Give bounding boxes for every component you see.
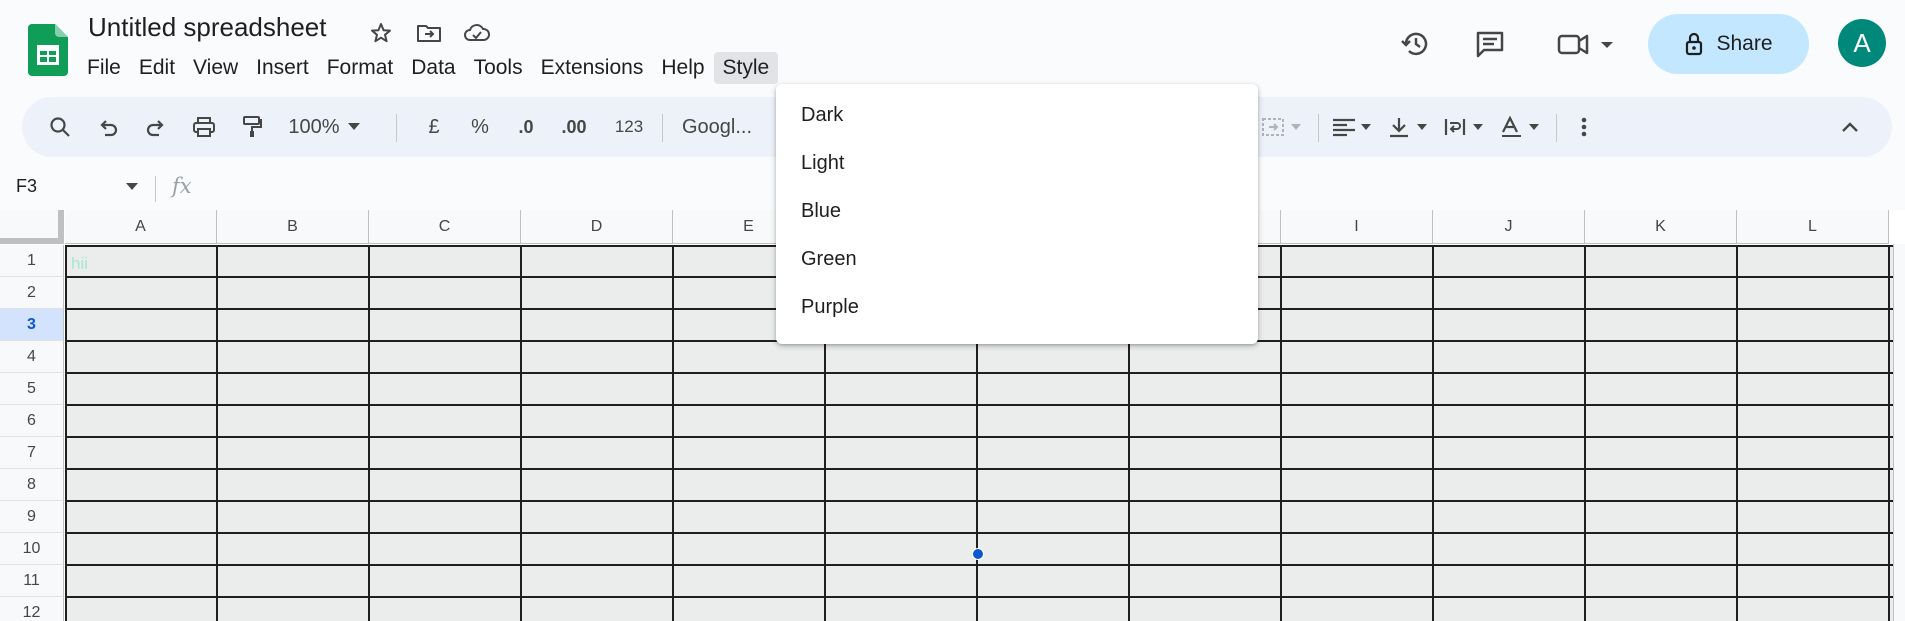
column-header-j[interactable]: J	[1433, 210, 1585, 244]
grid-row-border	[65, 532, 1898, 534]
avatar[interactable]: A	[1838, 19, 1886, 67]
column-header-b[interactable]: B	[217, 210, 369, 244]
meet-icon[interactable]	[1552, 22, 1622, 66]
row-header-2[interactable]: 2	[0, 277, 64, 309]
fx-icon: fx	[172, 174, 192, 198]
lock-icon	[1686, 32, 1703, 56]
text-wrapping-icon[interactable]	[1440, 97, 1490, 157]
merge-cells-icon[interactable]	[1258, 97, 1308, 157]
search-menus-icon[interactable]	[42, 97, 78, 157]
column-header-a[interactable]: A	[65, 210, 217, 244]
grid-row-border	[65, 500, 1898, 502]
increase-decimal-button[interactable]: .00	[552, 97, 596, 157]
selection-fill-handle[interactable]	[972, 548, 984, 560]
style-option-dark[interactable]: Dark	[801, 104, 843, 127]
name-box[interactable]: F3	[16, 176, 37, 197]
corner-freeze-bar[interactable]	[0, 238, 64, 244]
toolbar-divider	[396, 114, 397, 142]
row-header-4[interactable]: 4	[0, 341, 64, 373]
collapse-toolbar-icon[interactable]	[1832, 97, 1868, 157]
sheets-logo[interactable]	[28, 24, 68, 76]
row-header-11[interactable]: 11	[0, 565, 64, 597]
share-label: Share	[1716, 32, 1773, 55]
menu-file[interactable]: File	[78, 52, 130, 84]
menu-style[interactable]: Style	[713, 52, 779, 84]
percent-button[interactable]: %	[462, 97, 498, 157]
grid-row-border	[65, 564, 1898, 566]
formula-bar-divider	[155, 176, 156, 202]
toolbar-divider	[1556, 114, 1557, 142]
grid-row-border	[65, 468, 1898, 470]
row-header-3[interactable]: 3	[0, 309, 64, 341]
column-header-c[interactable]: C	[369, 210, 521, 244]
grid-row-border	[65, 372, 1898, 374]
undo-icon[interactable]	[90, 97, 126, 157]
zoom-chevron-icon[interactable]	[344, 97, 364, 157]
text-rotation-icon[interactable]	[1496, 97, 1546, 157]
menu-edit[interactable]: Edit	[130, 52, 184, 84]
menu-view[interactable]: View	[184, 52, 247, 84]
grid-row-border	[65, 404, 1898, 406]
menu-help[interactable]: Help	[652, 52, 713, 84]
vertical-scrollbar[interactable]	[1893, 244, 1905, 621]
redo-icon[interactable]	[138, 97, 174, 157]
more-formats-button[interactable]: 123	[602, 97, 656, 157]
cloud-saved-icon[interactable]	[462, 18, 492, 48]
style-option-blue[interactable]: Blue	[801, 200, 841, 223]
grid-row-border	[65, 436, 1898, 438]
style-option-purple[interactable]: Purple	[801, 296, 859, 319]
name-box-chevron-icon[interactable]	[126, 183, 138, 190]
document-title[interactable]: Untitled spreadsheet	[88, 12, 326, 43]
row-header-10[interactable]: 10	[0, 533, 64, 565]
share-button[interactable]: Share	[1648, 14, 1809, 74]
zoom-select[interactable]: 100%	[284, 97, 344, 157]
row-header-6[interactable]: 6	[0, 405, 64, 437]
row-header-7[interactable]: 7	[0, 437, 64, 469]
style-option-green[interactable]: Green	[801, 248, 857, 271]
menu-insert[interactable]: Insert	[247, 52, 318, 84]
style-option-light[interactable]: Light	[801, 152, 844, 175]
row-header-8[interactable]: 8	[0, 469, 64, 501]
decrease-decimal-button[interactable]: .0	[506, 97, 546, 157]
menu-format[interactable]: Format	[318, 52, 403, 84]
row-header-9[interactable]: 9	[0, 501, 64, 533]
menu-tools[interactable]: Tools	[465, 52, 532, 84]
comments-icon[interactable]	[1468, 22, 1512, 66]
move-folder-icon[interactable]	[414, 18, 444, 48]
row-header-5[interactable]: 5	[0, 373, 64, 405]
horizontal-align-icon[interactable]	[1328, 97, 1378, 157]
star-icon[interactable]	[366, 18, 396, 48]
row-header-1[interactable]: 1	[0, 245, 64, 277]
grid-row-border	[65, 596, 1898, 598]
vertical-align-icon[interactable]	[1384, 97, 1434, 157]
toolbar-divider	[1318, 114, 1319, 142]
menu-extensions[interactable]: Extensions	[532, 52, 653, 84]
menu-data[interactable]: Data	[402, 52, 464, 84]
column-header-d[interactable]: D	[521, 210, 673, 244]
paint-format-icon[interactable]	[234, 97, 270, 157]
more-options-icon[interactable]	[1566, 97, 1602, 157]
style-dropdown: Dark Light Blue Green Purple	[776, 84, 1258, 344]
column-header-i[interactable]: I	[1281, 210, 1433, 244]
version-history-icon[interactable]	[1394, 22, 1438, 66]
menu-bar: File Edit View Insert Format Data Tools …	[78, 52, 779, 84]
currency-button[interactable]: £	[416, 97, 452, 157]
column-header-l[interactable]: L	[1737, 210, 1889, 244]
font-select[interactable]: Googl...	[662, 97, 772, 157]
row-header-12[interactable]: 12	[0, 597, 64, 621]
column-header-k[interactable]: K	[1585, 210, 1737, 244]
cell-a1[interactable]: hii	[71, 254, 88, 274]
print-icon[interactable]	[186, 97, 222, 157]
